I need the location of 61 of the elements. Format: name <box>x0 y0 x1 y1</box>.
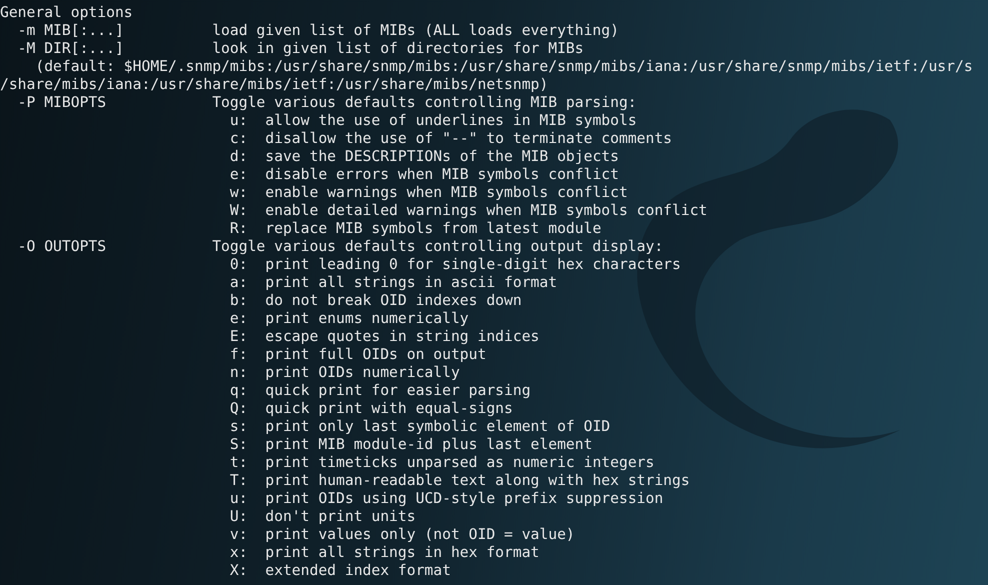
option-value-description: save the DESCRIPTIONs of the MIB objects <box>265 148 619 166</box>
option-key: w: <box>230 184 266 202</box>
option-key: u: <box>230 112 266 130</box>
option-value-description: print enums numerically <box>265 310 469 328</box>
option-key: W: <box>230 202 266 220</box>
option-value-description: print full OIDs on output <box>265 346 486 364</box>
option-value-description: print leading 0 for single-digit hex characters <box>265 256 681 274</box>
option-value-description: disallow the use of "--" to terminate comments <box>265 130 672 148</box>
section-heading: General options <box>0 4 133 22</box>
option-description: look in given list of directories for MIBs <box>212 40 584 58</box>
option-switch-label: -O OUTOPTS <box>18 238 106 255</box>
option-key: 0: <box>230 256 266 274</box>
option-key: v: <box>230 526 266 544</box>
option-value-description: enable warnings when MIB symbols conflict <box>265 184 628 202</box>
option-switch-label: -M DIR[:...] <box>18 40 124 57</box>
option-key: b: <box>230 292 266 310</box>
option-key: c: <box>230 130 266 148</box>
option-value-description: escape quotes in string indices <box>265 328 540 346</box>
option-value-description: print timeticks unparsed as numeric integers <box>265 454 654 472</box>
option-value-description: enable detailed warnings when MIB symbols conflict <box>265 202 708 220</box>
option-key: s: <box>230 418 266 436</box>
option-value-description: print only last symbolic element of OID <box>265 418 610 436</box>
option-switch-label: -P MIBOPTS <box>18 94 106 111</box>
option-value-description: extended index format <box>265 562 451 580</box>
option-description: Toggle various defaults controlling output display: <box>212 238 664 256</box>
option-key: n: <box>230 364 266 382</box>
option-key: d: <box>230 148 266 166</box>
option-key: e: <box>230 166 266 184</box>
option-value-description: print values only (not OID = value) <box>265 526 575 544</box>
option-key: R: <box>230 220 266 238</box>
option-key: t: <box>230 454 266 472</box>
option-value-description: print all strings in hex format <box>265 544 540 562</box>
default-path-text: (default: $HOME/.snmp/mibs:/usr/share/snmp/mibs:/usr/share/snmp/mibs/iana:/usr/share/snmp/mibs/ietf:/usr/s <box>35 58 973 76</box>
option-key: Q: <box>230 400 266 418</box>
option-key: q: <box>230 382 266 400</box>
option-value-description: print all strings in ascii format <box>265 274 558 292</box>
option-key: U: <box>230 508 266 526</box>
option-key: u: <box>230 490 266 508</box>
option-key: S: <box>230 436 266 454</box>
option-value-description: quick print with equal-signs <box>265 400 513 418</box>
option-value-description: disable errors when MIB symbols conflict <box>265 166 619 184</box>
option-key: e: <box>230 310 266 328</box>
option-value-description: print human-readable text along with hex strings <box>265 472 690 490</box>
option-key: f: <box>230 346 266 364</box>
option-value-description: allow the use of underlines in MIB symbols <box>265 112 637 130</box>
option-key: X: <box>230 562 266 580</box>
option-description: load given list of MIBs (ALL loads everything) <box>212 22 619 40</box>
option-value-description: don't print units <box>265 508 416 526</box>
option-key: T: <box>230 472 266 490</box>
default-path-text: /share/mibs/iana:/usr/share/mibs/ietf:/usr/share/mibs/netsnmp) <box>0 76 548 94</box>
option-key: a: <box>230 274 266 292</box>
option-value-description: do not break OID indexes down <box>265 292 522 310</box>
option-value-description: print OIDs using UCD-style prefix suppression <box>265 490 664 508</box>
option-value-description: quick print for easier parsing <box>265 382 531 400</box>
option-value-description: replace MIB symbols from latest module <box>265 220 602 238</box>
option-value-description: print MIB module-id plus last element <box>265 436 592 454</box>
option-switch-label: -m MIB[:...] <box>18 22 124 39</box>
option-key: x: <box>230 544 266 562</box>
option-key: E: <box>230 328 266 346</box>
option-description: Toggle various defaults controlling MIB parsing: <box>212 94 637 112</box>
option-value-description: print OIDs numerically <box>265 364 460 382</box>
